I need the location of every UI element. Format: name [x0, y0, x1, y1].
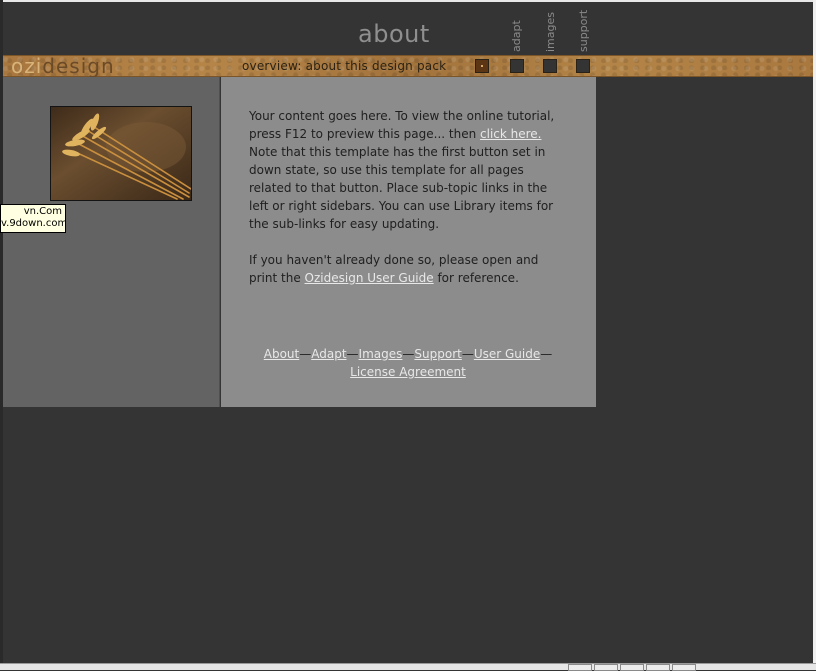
wheat-photo	[50, 106, 192, 201]
footer-separator: —	[299, 347, 312, 361]
page-title: about	[358, 20, 430, 48]
tooltip-line-2: v.9down.com/	[1, 218, 66, 229]
footer-links: About—Adapt—Images—Support—User Guide—Li…	[249, 345, 567, 381]
logo-design: design	[42, 54, 115, 78]
footer-separator: —	[402, 347, 415, 361]
tooltip-line-1: vn.Com	[23, 206, 62, 217]
status-bar-cells	[568, 664, 696, 671]
header-band: ozidesign overview: about this design pa…	[3, 55, 813, 77]
wheat-image	[51, 107, 191, 200]
tooltip: vn.Com v.9down.com/	[0, 204, 66, 233]
footer-link-about[interactable]: About	[264, 347, 299, 361]
nav-button-images[interactable]	[543, 59, 557, 73]
tab-support[interactable]: support	[576, 4, 592, 52]
footer-link-support[interactable]: Support	[414, 347, 461, 361]
nav-button-about[interactable]	[475, 59, 489, 73]
footer-link-images[interactable]: Images	[359, 347, 403, 361]
overview-caption: overview: about this design pack	[242, 59, 447, 73]
logo-ozi: ozi	[11, 54, 43, 78]
content-body: Your content goes here. To view the onli…	[249, 107, 569, 287]
footer-link-user-guide[interactable]: User Guide	[474, 347, 540, 361]
tab-adapt[interactable]: adapt	[509, 4, 525, 52]
ozidesign-logo: ozidesign	[11, 55, 115, 77]
intro-text-rest: Note that this template has the first bu…	[249, 145, 554, 231]
guide-paragraph: If you haven't already done so, please o…	[249, 251, 569, 287]
tutorial-link[interactable]: click here.	[480, 127, 541, 141]
intro-paragraph: Your content goes here. To view the onli…	[249, 107, 569, 233]
status-bar	[0, 663, 816, 671]
window-top-border	[0, 0, 816, 2]
guide-text-rest: for reference.	[433, 271, 519, 285]
footer-separator: —	[540, 347, 553, 361]
footer-link-license[interactable]: License Agreement	[350, 365, 466, 379]
nav-button-adapt[interactable]	[510, 59, 524, 73]
footer-separator: —	[346, 347, 359, 361]
user-guide-link[interactable]: Ozidesign User Guide	[305, 271, 434, 285]
footer-separator: —	[461, 347, 474, 361]
tab-images[interactable]: images	[543, 4, 559, 52]
main-content-panel: Your content goes here. To view the onli…	[221, 77, 596, 407]
footer-link-adapt[interactable]: Adapt	[311, 347, 346, 361]
nav-button-support[interactable]	[576, 59, 590, 73]
left-sidebar	[3, 77, 220, 407]
